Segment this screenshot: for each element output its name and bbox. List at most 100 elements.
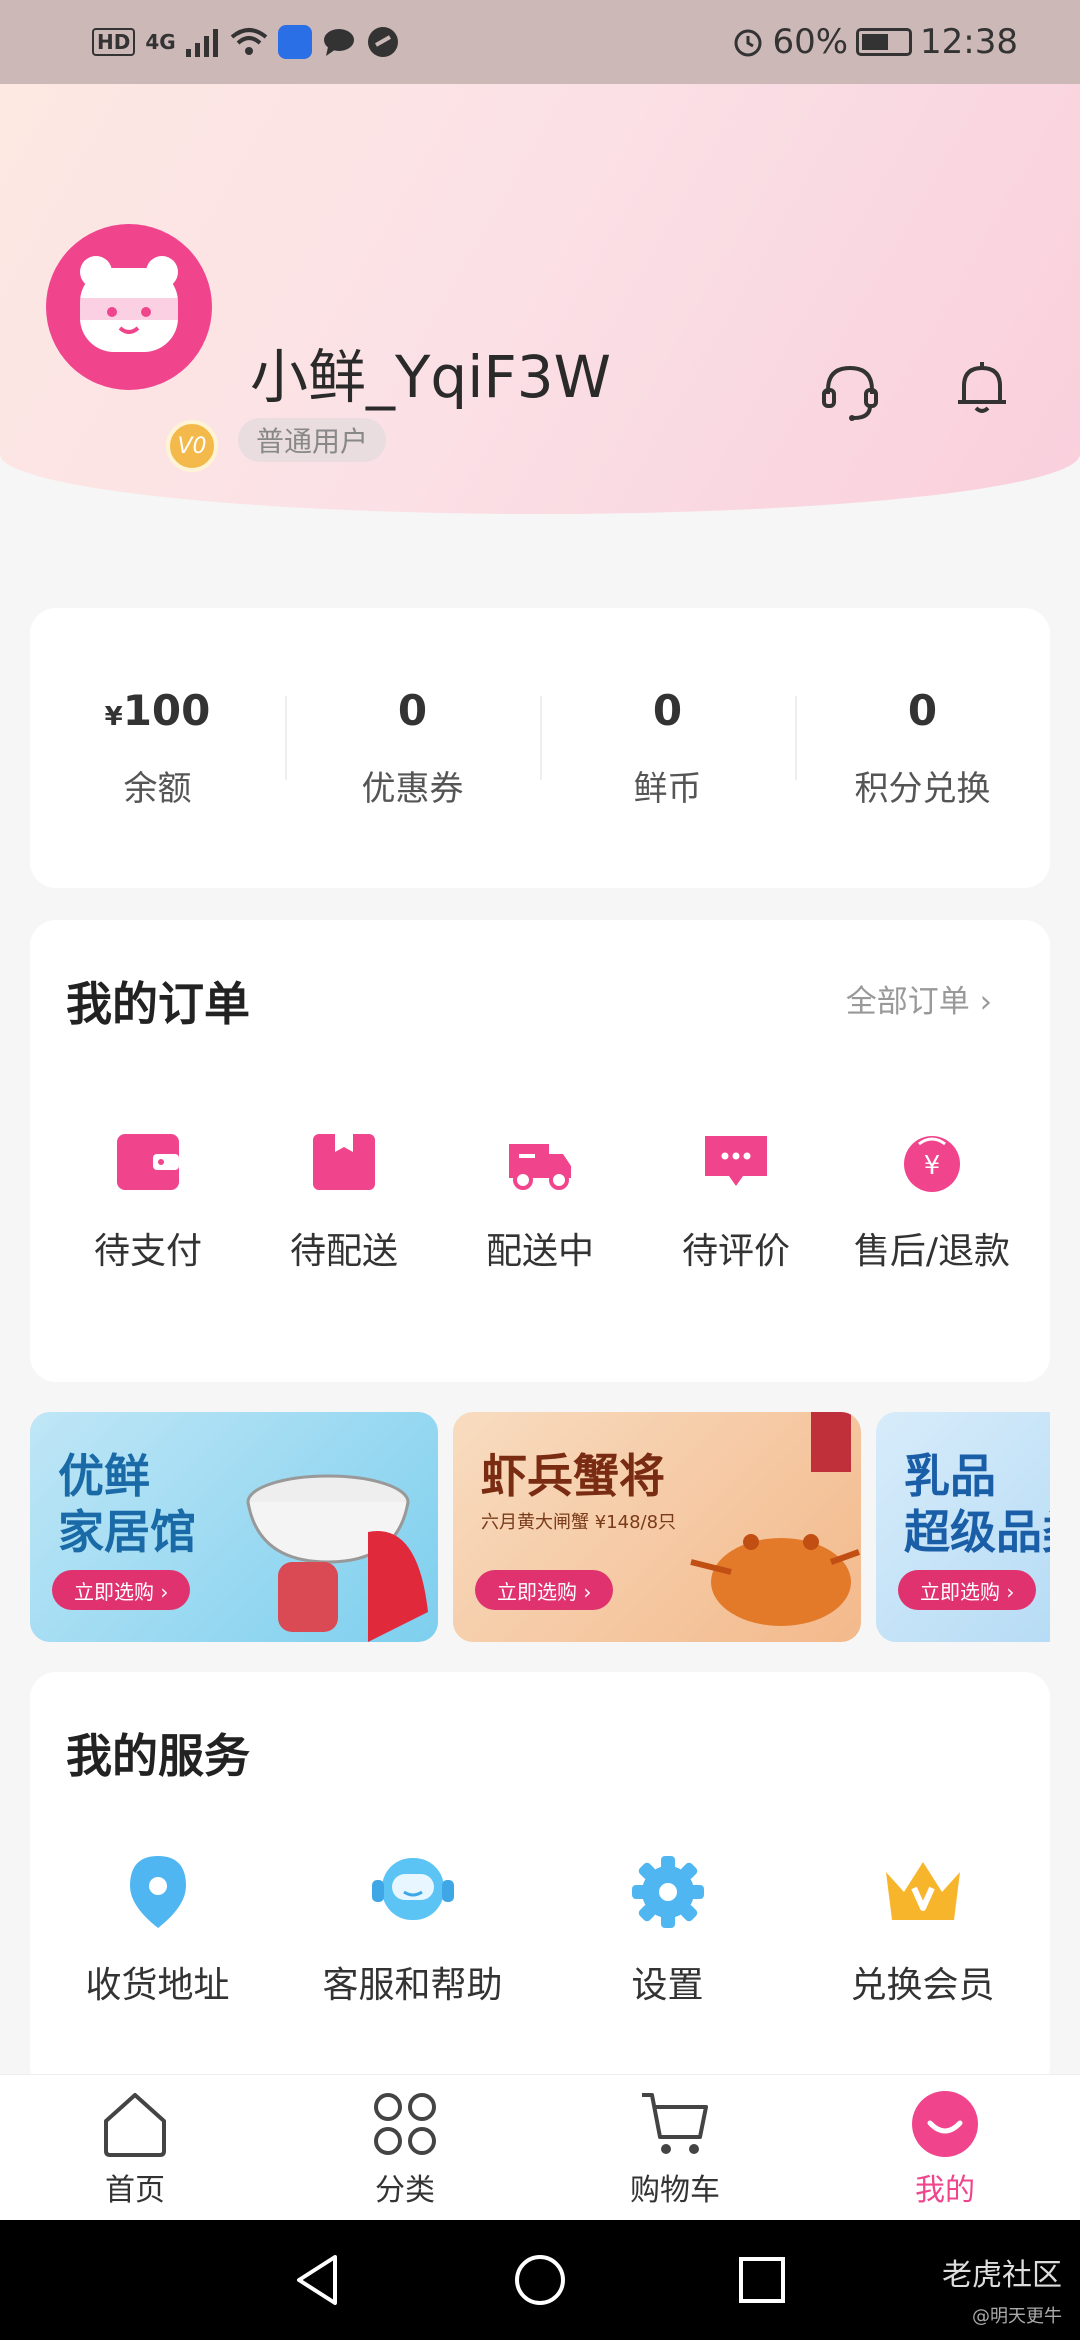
signal-icon	[185, 29, 218, 57]
customer-service-icon[interactable]	[818, 360, 882, 424]
service-help[interactable]: 客服和帮助	[298, 1852, 528, 2008]
banner-title-line: 乳品	[904, 1449, 996, 1503]
back-icon[interactable]	[293, 2253, 343, 2307]
assets-card: ¥100 余额 0 优惠券 0 鲜币 0 积分兑换	[30, 608, 1050, 888]
battery-percent: 60%	[772, 22, 849, 62]
refund-icon: ¥	[904, 1136, 960, 1192]
watermark: 老虎社区 @明天更牛	[942, 2250, 1062, 2328]
location-pin-icon	[129, 1856, 186, 1928]
svg-text:¥: ¥	[924, 1151, 941, 1181]
headset-icon	[371, 1858, 454, 1920]
orders-card: 我的订单 全部订单 › 待支付 待配送 配送中 待评价 ¥ 售后/退款	[30, 920, 1050, 1382]
stat-points[interactable]: 0 积分兑换	[795, 686, 1050, 810]
cart-icon	[642, 2093, 708, 2154]
tab-cart[interactable]: 购物车	[540, 2075, 810, 2220]
order-label: 配送中	[485, 1231, 594, 1272]
wifi-icon	[230, 28, 267, 55]
banner-title: 优鲜 家居馆	[58, 1448, 196, 1560]
order-in-delivery[interactable]: 配送中	[447, 1130, 633, 1274]
balance-value: 100	[122, 686, 211, 735]
shop-now-button[interactable]: 立即选购 ›	[52, 1570, 191, 1610]
services-card: 我的服务 收货地址 客服和帮助 设置 兑换会员	[30, 1672, 1050, 2092]
tab-label: 我的	[915, 2173, 975, 2208]
tab-label: 首页	[105, 2173, 165, 2208]
banner-title-line: 优鲜	[58, 1449, 150, 1503]
services-title: 我的服务	[66, 1729, 250, 1783]
alarm-icon	[734, 29, 762, 57]
network-label: 4G	[145, 30, 176, 54]
order-pending-payment[interactable]: 待支付	[55, 1130, 241, 1274]
service-address[interactable]: 收货地址	[43, 1852, 273, 2008]
stat-value: 0	[397, 686, 428, 735]
bottom-tab-bar: 首页 分类 购物车 我的	[0, 2074, 1080, 2220]
vip-level-badge: V0	[166, 420, 218, 472]
wallet-icon	[117, 1134, 179, 1190]
crown-icon	[885, 1862, 960, 1920]
watermark-title: 老虎社区	[942, 2258, 1062, 2293]
stat-balance[interactable]: ¥100 余额	[30, 686, 285, 810]
battery-icon	[856, 28, 913, 56]
order-label: 售后/退款	[853, 1231, 1011, 1272]
banner-title-line: 超级品类	[904, 1505, 1050, 1559]
service-label: 客服和帮助	[322, 1965, 503, 2006]
service-label: 设置	[631, 1965, 704, 2006]
stat-value: 0	[907, 686, 938, 735]
service-label: 收货地址	[85, 1965, 230, 2006]
gear-icon	[631, 1856, 704, 1928]
order-label: 待评价	[681, 1231, 790, 1272]
comment-icon	[705, 1136, 767, 1186]
order-pending-delivery[interactable]: 待配送	[251, 1130, 437, 1274]
app-notification-icon	[277, 25, 312, 59]
avatar[interactable]	[46, 224, 212, 390]
stat-label: 鲜币	[633, 769, 702, 809]
box-icon	[313, 1134, 375, 1190]
home-products-illustration	[246, 1474, 428, 1642]
tab-home[interactable]: 首页	[0, 2075, 270, 2220]
all-orders-link[interactable]: 全部订单 ›	[846, 976, 992, 1021]
member-level-pill[interactable]: 普通用户	[238, 418, 387, 462]
smile-icon	[912, 2091, 978, 2157]
clock: 12:38	[920, 22, 1018, 62]
stat-coupons[interactable]: 0 优惠券	[285, 686, 540, 810]
stat-value: 0	[652, 686, 683, 735]
service-label: 兑换会员	[850, 1965, 995, 2006]
recents-icon[interactable]	[737, 2255, 787, 2305]
watermark-handle: @明天更牛	[972, 2306, 1062, 2327]
hd-icon: HD	[92, 28, 136, 56]
truck-icon	[509, 1144, 571, 1190]
order-after-sales[interactable]: ¥ 售后/退款	[839, 1130, 1025, 1274]
currency-symbol: ¥	[104, 702, 123, 732]
stat-coins[interactable]: 0 鲜币	[540, 686, 795, 810]
message-icon	[323, 29, 354, 56]
stat-label: 余额	[123, 769, 192, 809]
stat-label: 优惠券	[361, 769, 464, 809]
battery-fill	[862, 34, 889, 50]
tab-mine[interactable]: 我的	[810, 2075, 1080, 2220]
order-label: 待配送	[289, 1231, 398, 1272]
banner-title: 虾兵蟹将	[481, 1449, 665, 1503]
bell-icon[interactable]	[950, 356, 1014, 420]
service-redeem-membership[interactable]: 兑换会员	[808, 1852, 1038, 2008]
shop-now-button[interactable]: 立即选购 ›	[898, 1570, 1037, 1610]
order-pending-review[interactable]: 待评价	[643, 1130, 829, 1274]
system-navigation-bar	[0, 2220, 1080, 2340]
grid-icon	[374, 2093, 436, 2155]
tab-label: 分类	[375, 2173, 435, 2208]
service-settings[interactable]: 设置	[553, 1852, 783, 2008]
home-button-icon[interactable]	[513, 2253, 567, 2307]
stat-value: ¥100	[30, 686, 285, 735]
tab-label: 购物车	[630, 2173, 720, 2208]
banner-title-line: 家居馆	[58, 1505, 196, 1559]
bear-avatar-icon	[80, 256, 178, 352]
phone-icon	[367, 27, 398, 57]
banner-crab[interactable]: 虾兵蟹将 六月黄大闸蟹 ¥148/8只 立即选购 ›	[453, 1412, 861, 1642]
banner-subtitle: 六月黄大闸蟹 ¥148/8只	[481, 1512, 677, 1533]
banner-dairy[interactable]: 乳品超级品类 立即选购 ›	[876, 1412, 1050, 1642]
banner-home-goods[interactable]: 优鲜 家居馆 立即选购 ›	[30, 1412, 438, 1642]
username: 小鲜_YqiF3W	[250, 343, 611, 411]
tab-category[interactable]: 分类	[270, 2075, 540, 2220]
shop-now-button[interactable]: 立即选购 ›	[475, 1570, 614, 1610]
orders-title: 我的订单	[66, 977, 250, 1031]
crab-illustration	[690, 1412, 861, 1626]
stat-label: 积分兑换	[854, 769, 991, 809]
